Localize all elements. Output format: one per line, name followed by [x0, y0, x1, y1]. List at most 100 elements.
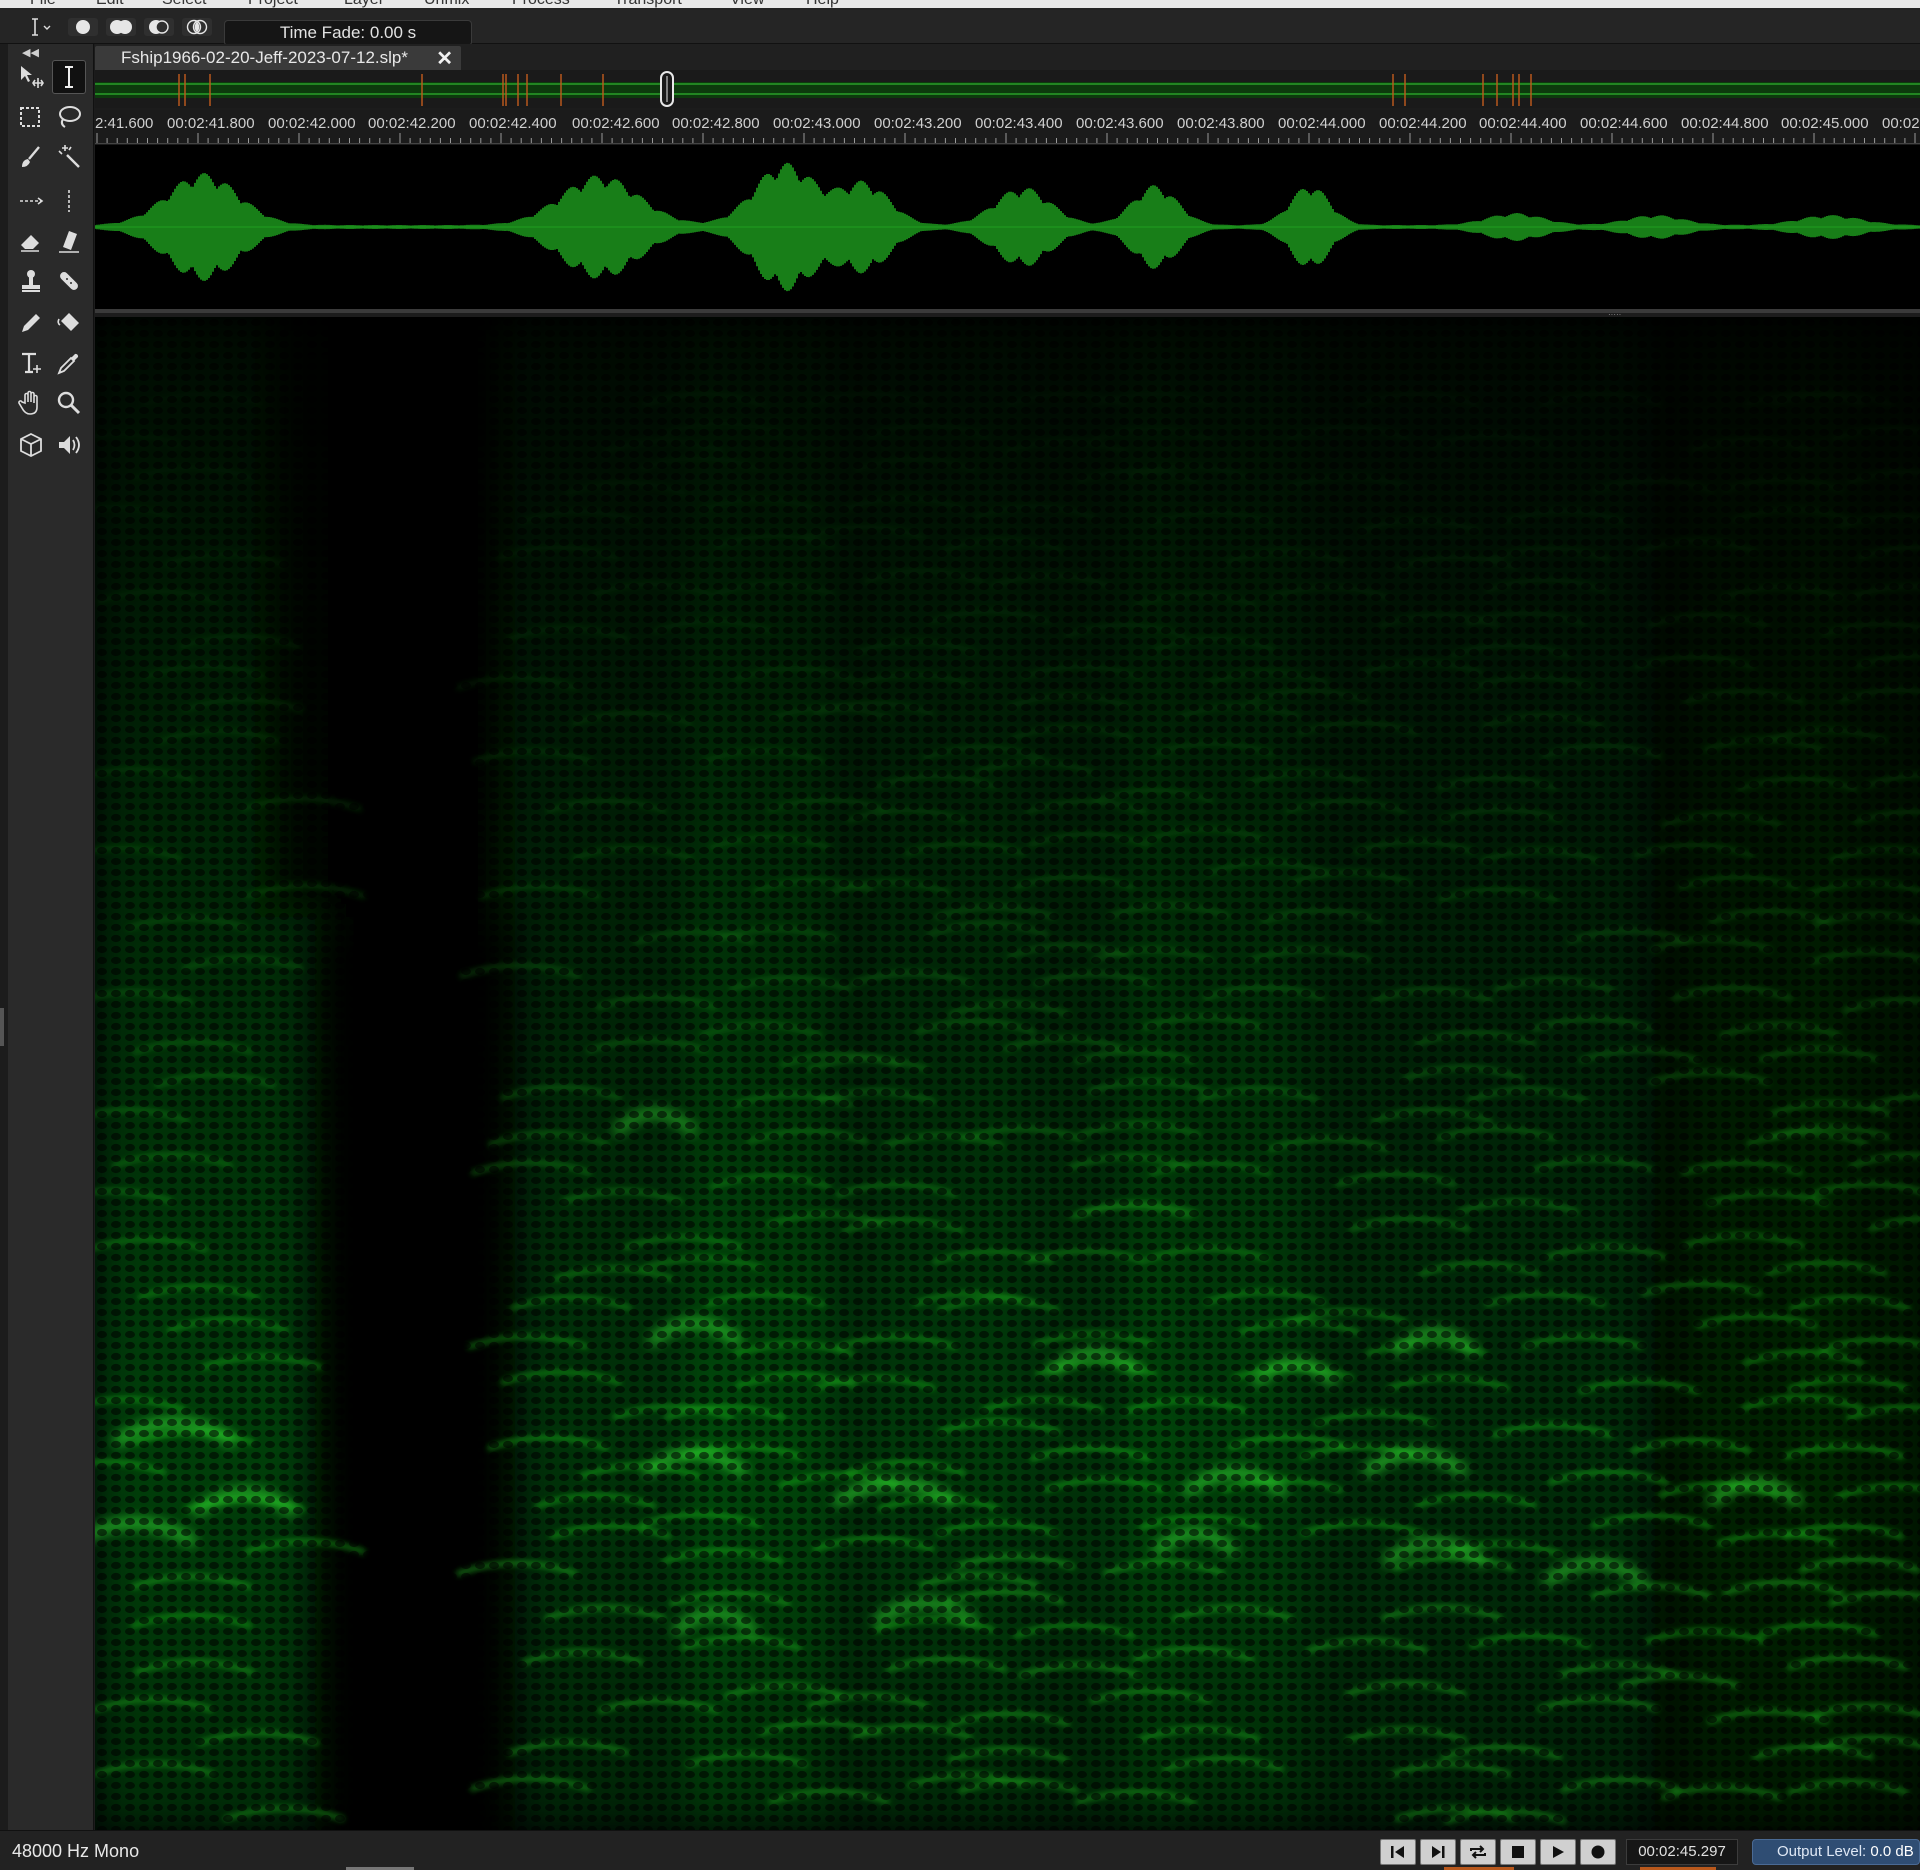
- ruler-label: 00:02:42.000: [268, 115, 356, 132]
- bandage-icon: [60, 272, 78, 290]
- magic-wand-icon: [58, 145, 80, 168]
- text-tool[interactable]: [14, 346, 48, 380]
- menu-help[interactable]: Help: [806, 0, 839, 8]
- timecode-display[interactable]: 00:02:45.297: [1626, 1839, 1738, 1865]
- ruler-label: 00:02:44.000: [1278, 115, 1366, 132]
- menu-edit[interactable]: Edit: [96, 0, 124, 8]
- speaker-icon: [59, 436, 80, 454]
- mode-replace-button[interactable]: [68, 18, 98, 36]
- menu-unmix[interactable]: Unmix: [424, 0, 469, 8]
- ruler-label: 00:02:42.800: [672, 115, 760, 132]
- menu-project[interactable]: Project: [248, 0, 298, 8]
- ruler-label: 00:02:44.600: [1580, 115, 1668, 132]
- eyedropper-icon: [57, 353, 79, 375]
- output-level-meter[interactable]: Output Level: 0.0 dB: [1752, 1839, 1920, 1865]
- go-to-end-button[interactable]: [1420, 1839, 1456, 1865]
- file-tab-name: Fship1966-02-20-Jeff-2023-07-12.slp*: [121, 48, 408, 67]
- rect-select-tool[interactable]: [14, 100, 48, 134]
- stop-icon: [1512, 1846, 1524, 1858]
- bandage-tool[interactable]: [52, 264, 86, 298]
- lasso-icon: [59, 106, 81, 128]
- rect-select-icon: [20, 107, 40, 127]
- circles-intersect-icon: [186, 19, 208, 35]
- lasso-tool[interactable]: [52, 100, 86, 134]
- close-tab-icon[interactable]: ✕: [436, 46, 453, 71]
- clone-stamp-tool[interactable]: [14, 264, 48, 298]
- waveform-view[interactable]: [95, 145, 1920, 313]
- ruler-label: 00:02:42.400: [469, 115, 557, 132]
- freq-select-icon: [20, 197, 44, 205]
- time-range-tool[interactable]: [14, 60, 48, 94]
- time-fade-field[interactable]: Time Fade: 0.00 s: [224, 20, 472, 46]
- ruler-label: 00:02:43.000: [773, 115, 861, 132]
- smart-eraser-icon: [59, 231, 79, 253]
- audio-format-label: 48000 Hz Mono: [12, 1841, 140, 1861]
- magic-wand-tool[interactable]: [52, 140, 86, 174]
- menu-bar: File Edit Select Project Layer Unmix Pro…: [0, 0, 1920, 8]
- eyedropper-tool[interactable]: [52, 346, 86, 380]
- record-icon: [1591, 1845, 1605, 1859]
- paint-bucket-tool[interactable]: [52, 306, 86, 340]
- loop-button[interactable]: [1460, 1839, 1496, 1865]
- overview-timeline[interactable]: [95, 70, 1920, 108]
- output-level-label: Output Level:: [1777, 1843, 1867, 1860]
- eraser-tool[interactable]: [14, 224, 48, 258]
- menu-process[interactable]: Process: [512, 0, 570, 8]
- playback-tool[interactable]: [52, 428, 86, 462]
- loop-icon: [1470, 1845, 1486, 1859]
- pencil-icon: [22, 314, 40, 332]
- ruler-label: 00:02:42.200: [368, 115, 456, 132]
- cube-icon: [20, 432, 42, 458]
- zoom-icon: [57, 391, 81, 415]
- mode-intersect-button[interactable]: [182, 18, 212, 36]
- ruler-label: 00:02:42.600: [572, 115, 660, 132]
- mode-add-button[interactable]: [106, 18, 136, 36]
- time-range-icon: [21, 66, 44, 88]
- smart-eraser-tool[interactable]: [52, 224, 86, 258]
- file-tab-bar: Fship1966-02-20-Jeff-2023-07-12.slp* ✕: [95, 44, 1920, 70]
- i-beam-dropdown-icon: [32, 18, 51, 36]
- tool-mode-dropdown[interactable]: [26, 16, 56, 38]
- hand-icon: [18, 390, 38, 415]
- plugin-tool[interactable]: [14, 428, 48, 462]
- menu-select[interactable]: Select: [162, 0, 206, 8]
- circle-filled-icon: [76, 20, 90, 34]
- waveform-display: [95, 162, 1920, 292]
- file-tab[interactable]: Fship1966-02-20-Jeff-2023-07-12.slp* ✕: [95, 46, 461, 70]
- time-select-tool[interactable]: [52, 60, 86, 94]
- paint-bucket-icon: [57, 313, 79, 331]
- hand-tool[interactable]: [14, 386, 48, 420]
- menu-file[interactable]: File: [30, 0, 56, 8]
- clone-stamp-icon: [22, 270, 40, 292]
- ruler-label: 00:02: [1882, 115, 1920, 132]
- pencil-tool[interactable]: [14, 306, 48, 340]
- ruler-label: 00:02:41.800: [167, 115, 255, 132]
- brush-select-tool[interactable]: [14, 140, 48, 174]
- eraser-icon: [21, 235, 39, 252]
- text-tool-icon: [22, 352, 41, 374]
- zoom-tool[interactable]: [52, 386, 86, 420]
- ruler-label: 00:02:44.200: [1379, 115, 1467, 132]
- status-bar: 48000 Hz Mono 00:02:45.297 Output Level:…: [0, 1830, 1920, 1870]
- record-button[interactable]: [1580, 1839, 1616, 1865]
- collapse-panel-icon[interactable]: ◀◀: [22, 46, 39, 59]
- mode-subtract-button[interactable]: [144, 18, 174, 36]
- stop-button[interactable]: [1500, 1839, 1536, 1865]
- menu-layer[interactable]: Layer: [344, 0, 384, 8]
- menu-view[interactable]: View: [730, 0, 764, 8]
- transport-controls: [1380, 1839, 1616, 1865]
- time-select-icon: [65, 66, 73, 88]
- panel-resize-grip[interactable]: [0, 1008, 4, 1046]
- time-freq-select-tool[interactable]: [52, 184, 86, 218]
- frequency-select-tool[interactable]: [14, 184, 48, 218]
- skip-back-icon: [1391, 1846, 1404, 1858]
- ruler-ticks: [96, 133, 1916, 143]
- circles-subtract-icon: [149, 20, 169, 34]
- time-ruler[interactable]: 2:41.600 00:02:41.800 00:02:42.000 00:02…: [95, 110, 1920, 144]
- ruler-label: 00:02:43.600: [1076, 115, 1164, 132]
- go-to-start-button[interactable]: [1380, 1839, 1416, 1865]
- menu-transport[interactable]: Transport: [614, 0, 682, 8]
- spectrogram-view[interactable]: [95, 317, 1920, 1830]
- play-icon: [1553, 1846, 1564, 1858]
- play-button[interactable]: [1540, 1839, 1576, 1865]
